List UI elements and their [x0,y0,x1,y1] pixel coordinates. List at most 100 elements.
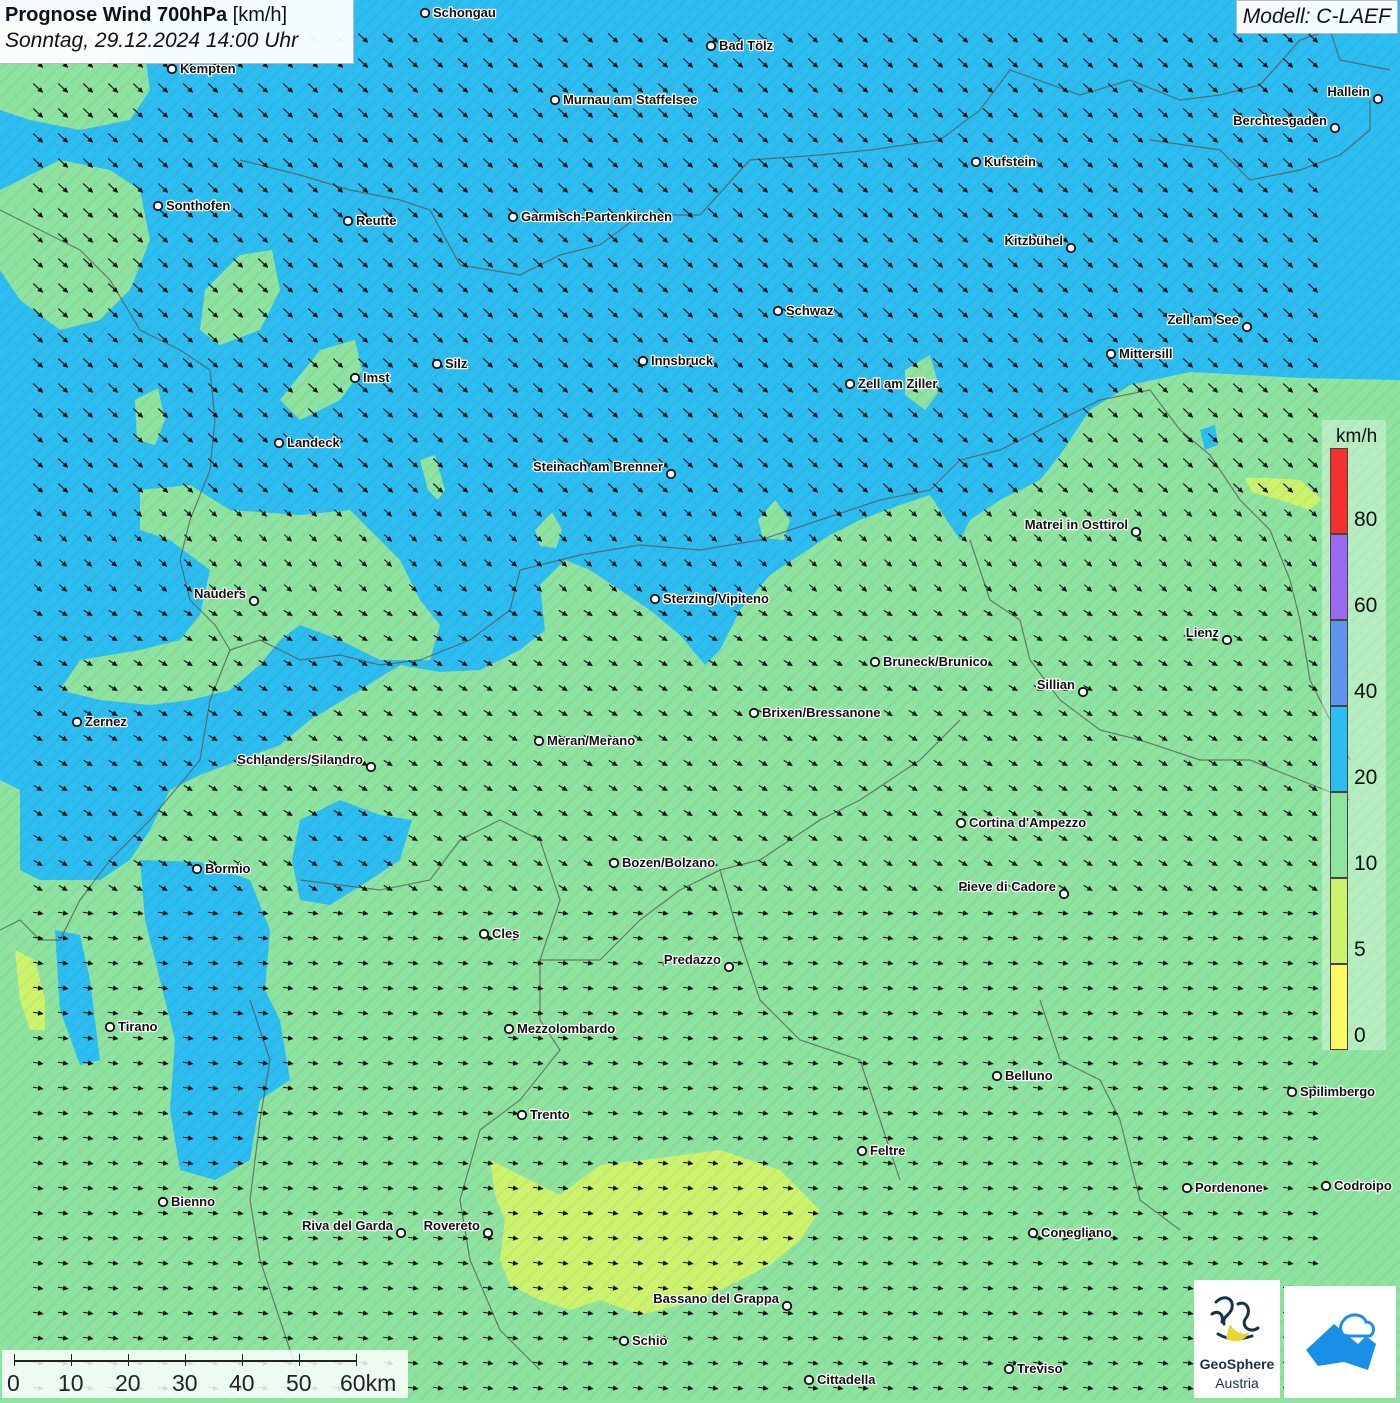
city-label: Kitzbühel [1005,233,1064,248]
map-title-main: Prognose Wind 700hPa [5,4,228,26]
city-label: Bruneck/Brunico [883,654,988,669]
city-dot-icon [1320,1180,1332,1192]
legend-label-5: 5 [1354,938,1366,961]
geosphere-emblem-icon [1210,1296,1260,1342]
city-dot-icon [955,817,967,829]
scale-label: 0 [7,1370,20,1396]
city-label: Sillian [1037,677,1075,692]
weather-app-logo[interactable] [1284,1286,1396,1398]
city-dot-icon [395,1227,407,1239]
city-dot-icon [482,1227,494,1239]
city-marker[interactable]: Spilimbergo [1286,1083,1376,1100]
city-dot-icon [665,468,677,480]
city-label: Cittadella [817,1372,876,1387]
city-label: Predazzo [664,952,721,967]
city-marker[interactable]: Meran/Merano [533,732,636,749]
city-label: Rovereto [424,1218,480,1233]
city-dot-icon [781,1300,793,1312]
city-dot-icon [856,1145,868,1157]
city-marker[interactable]: Innsbruck [637,352,715,369]
scale-tick [128,1354,129,1366]
legend-unit: km/h [1336,426,1378,447]
map-title-unit: [km/h] [227,4,288,26]
city-label: Sonthofen [166,198,230,213]
city-dot-icon [273,437,285,449]
city-dot-icon [705,40,717,52]
city-marker[interactable]: Brixen/Bressanone [748,704,882,721]
city-marker[interactable]: Schongau [419,4,497,21]
legend-swatch [1330,534,1348,620]
city-dot-icon [803,1374,815,1386]
city-label: Hallein [1327,84,1370,99]
scale-tick [242,1354,243,1366]
city-marker[interactable]: Conegliano [1027,1224,1113,1241]
city-dot-icon [1027,1227,1039,1239]
city-label: Feltre [870,1143,905,1158]
city-dot-icon [1105,348,1117,360]
city-label: Matrei in Osttirol [1025,517,1128,532]
city-dot-icon [1130,526,1142,538]
city-label: Schio [632,1333,667,1348]
city-marker[interactable]: Pordenone [1181,1179,1264,1196]
legend-label-0: 0 [1354,1024,1366,1047]
city-dot-icon [104,1021,116,1033]
city-marker[interactable]: Cortina d'Ampezzo [955,814,1088,831]
city-label: Zell am Ziller [858,376,937,391]
city-marker[interactable]: Sonthofen [152,197,232,214]
city-dot-icon [503,1023,515,1035]
geosphere-logo-text: GeoSphere [1199,1356,1275,1372]
city-dot-icon [637,355,649,367]
city-dot-icon [1241,321,1253,333]
geosphere-logo[interactable]: GeoSphere Austria [1194,1280,1280,1398]
city-dot-icon [1077,686,1089,698]
legend-label-40: 40 [1354,680,1378,703]
legend-label-60: 60 [1354,594,1378,617]
legend-label-20: 20 [1354,766,1378,789]
city-label: Bormio [205,861,251,876]
city-label: Zernez [85,714,127,729]
city-label: Pordenone [1195,1180,1263,1195]
scale-tick [185,1354,186,1366]
legend-swatch [1330,878,1348,964]
map-title: Prognose Wind 700hPa [km/h] [5,4,353,27]
city-dot-icon [507,211,519,223]
city-dot-icon [772,305,784,317]
legend-color-bar [1330,448,1348,1050]
city-dot-icon [1286,1086,1298,1098]
city-marker[interactable]: Bozen/Bolzano [608,854,716,871]
legend-swatch [1330,964,1348,1050]
city-label: Innsbruck [651,353,714,368]
city-dot-icon [723,961,735,973]
city-marker[interactable]: Garmisch-Partenkirchen [507,208,673,225]
city-marker[interactable]: Murnau am Staffelsee [549,91,699,108]
color-legend: km/h 80 60 40 20 10 5 0 [1322,420,1386,1050]
scale-label: 30 [172,1370,198,1396]
city-label: Brixen/Bressanone [762,705,881,720]
city-label: Imst [363,370,390,385]
city-dot-icon [970,156,982,168]
geosphere-logo-subtext: Austria [1215,1375,1259,1391]
city-marker[interactable]: Mezzolombardo [503,1020,617,1037]
city-dot-icon [478,928,490,940]
city-label: Bozen/Bolzano [622,855,715,870]
city-dot-icon [342,215,354,227]
city-dot-icon [349,372,361,384]
scale-bar: 0 10 20 30 40 50 60km [2,1350,408,1398]
legend-swatch [1330,792,1348,878]
scale-tick [71,1354,72,1366]
city-marker[interactable]: Bruneck/Brunico [869,653,989,670]
city-dot-icon [608,857,620,869]
city-label: Riva del Garda [302,1218,394,1233]
city-label: Reutte [356,213,396,228]
scale-tick [356,1354,357,1366]
legend-swatch [1330,620,1348,706]
scale-label: 20 [115,1370,141,1396]
scale-label: 60km [340,1370,397,1396]
city-dot-icon [748,707,760,719]
city-label: Murnau am Staffelsee [563,92,697,107]
city-marker[interactable]: Zell am Ziller [844,375,939,392]
city-dot-icon [166,63,178,75]
city-marker[interactable]: Sterzing/Vipiteno [649,590,770,607]
city-dot-icon [549,94,561,106]
city-dot-icon [869,656,881,668]
